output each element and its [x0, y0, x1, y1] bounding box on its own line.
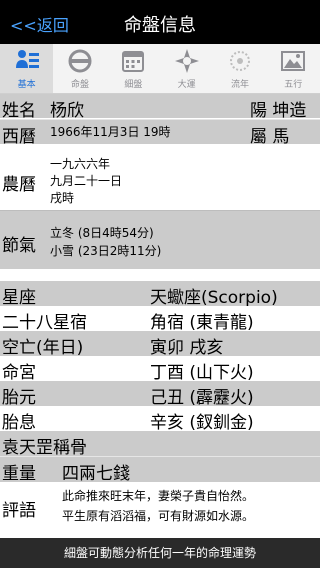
star-row-mansion: 二十八星宿 角宿 (東青龍): [0, 306, 320, 333]
section-gap: [0, 269, 320, 281]
star-label: 二十八星宿: [2, 313, 87, 333]
western-value: 1966年11月3日 19時: [50, 125, 171, 139]
tab-detail[interactable]: 細盤: [107, 44, 160, 93]
section-title: 袁天罡稱骨: [2, 438, 87, 458]
star-row-fetal-origin: 胎元 己丑 (霹靂火): [0, 381, 320, 408]
name-row: 姓名 杨欣 陽 坤造: [0, 94, 320, 121]
tab-label: 流年: [230, 80, 249, 90]
star-value: 天蠍座(Scorpio): [150, 288, 278, 308]
tab-label: 基本: [17, 80, 36, 90]
star-value: 丁酉 (山下火): [150, 363, 254, 383]
solar-term-label: 節氣: [2, 236, 36, 256]
navigation-bar: <<返回 命盤信息: [0, 0, 320, 44]
tab-label: 五行: [284, 80, 303, 90]
star-row-zodiac: 星座 天蠍座(Scorpio): [0, 281, 320, 308]
ring-icon: [67, 48, 93, 74]
profile-icon: [14, 48, 40, 74]
tab-luck[interactable]: 大運: [160, 44, 213, 93]
star-label: 命宮: [2, 363, 36, 383]
comment-label: 評語: [2, 501, 36, 521]
star-value: 寅卯 戌亥: [150, 338, 224, 358]
lunar-label: 農曆: [2, 175, 36, 195]
page-title: 命盤信息: [124, 15, 196, 36]
lunar-calendar-row: 農曆 一九六六年 九月二十一日 戌時: [0, 144, 320, 210]
western-calendar-row: 西曆 1966年11月3日 19時 屬 馬: [0, 119, 320, 147]
solar-term-row: 節氣 立冬 (8日4時54分) 小雪 (23日2時11分): [0, 211, 320, 269]
footer-banner[interactable]: 細盤可動態分析任何一年的命理運勢: [0, 538, 320, 568]
star-label: 胎息: [2, 413, 36, 433]
comment-line-2: 平生原有滔滔福，可有財源如水源。: [62, 509, 255, 523]
star-value: 角宿 (東青龍): [150, 313, 254, 333]
bone-comment-row: 評語 此命推來旺末年，妻榮子貴自怡然。 平生原有滔滔福，可有財源如水源。: [0, 482, 320, 538]
name-label: 姓名: [2, 101, 36, 121]
star-label: 空亡(年日): [2, 338, 84, 358]
bone-section-header: 袁天罡稱骨: [0, 431, 320, 458]
tab-basic[interactable]: 基本: [0, 44, 54, 93]
lunar-year: 一九六六年: [50, 157, 111, 171]
solar-term-2: 小雪 (23日2時11分): [50, 244, 162, 258]
tab-year[interactable]: 流年: [213, 44, 266, 93]
calendar-icon: [120, 48, 146, 74]
star-label: 胎元: [2, 388, 36, 408]
solar-term-1: 立冬 (8日4時54分): [50, 226, 154, 240]
tab-elements[interactable]: 五行: [267, 44, 320, 93]
tab-label: 細盤: [124, 80, 143, 90]
tab-label: 大運: [177, 80, 196, 90]
gender-value: 陽 坤造: [250, 101, 307, 121]
tab-label: 命盤: [70, 80, 89, 90]
weight-value: 四兩七錢: [62, 464, 130, 484]
lunar-hour: 戌時: [50, 191, 75, 205]
name-value: 杨欣: [50, 101, 84, 121]
star-value: 己丑 (霹靂火): [150, 388, 254, 408]
star-value: 辛亥 (釵釧金): [150, 413, 254, 433]
tab-chart[interactable]: 命盤: [53, 44, 106, 93]
compass-icon: [174, 48, 200, 74]
bone-weight-row: 重量 四兩七錢: [0, 456, 320, 484]
star-row-life-palace: 命宮 丁酉 (山下火): [0, 356, 320, 383]
star-label: 星座: [2, 288, 36, 308]
star-row-fetal-breath: 胎息 辛亥 (釵釧金): [0, 406, 320, 433]
comment-line-1: 此命推來旺末年，妻榮子貴自怡然。: [62, 489, 255, 503]
tab-bar: 基本 命盤 細盤 大運 流年 五行: [0, 44, 320, 94]
weight-label: 重量: [2, 464, 36, 484]
star-row-void: 空亡(年日) 寅卯 戌亥: [0, 331, 320, 358]
lunar-day: 九月二十一日: [50, 174, 123, 188]
sun-icon: [227, 48, 253, 74]
landscape-icon: [280, 48, 306, 74]
